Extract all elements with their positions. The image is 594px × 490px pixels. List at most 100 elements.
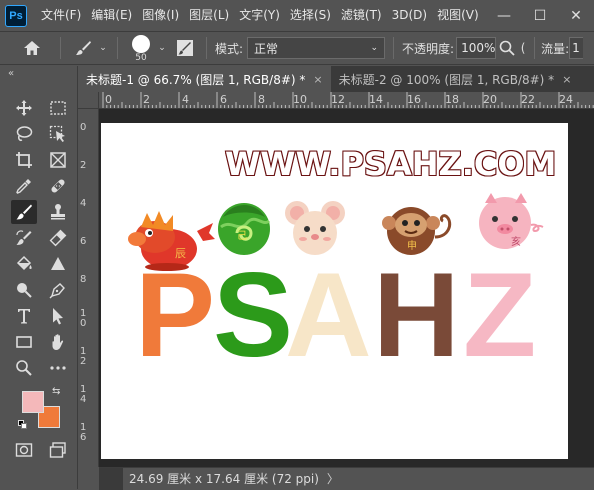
swap-colors-icon[interactable]: ⇆	[52, 386, 60, 397]
minimize-button[interactable]: —	[486, 0, 522, 31]
collapse-panel-icon[interactable]: «	[8, 68, 14, 79]
vertical-ruler[interactable]: 0 2 4 6 8 1 0 1 2 1 4 1 6	[78, 109, 99, 467]
more-tools-button[interactable]	[45, 356, 71, 380]
search-icon	[499, 40, 515, 56]
pen-icon	[49, 283, 65, 299]
close-button[interactable]: ✕	[558, 0, 594, 31]
menu-layer[interactable]: 图层(L)	[184, 0, 234, 31]
screen-mode-button[interactable]	[45, 438, 71, 462]
close-tab-icon[interactable]: ×	[562, 73, 571, 86]
type-tool[interactable]	[11, 304, 37, 328]
rectangle-marquee-icon	[50, 101, 66, 115]
photoshop-logo: Ps	[5, 4, 27, 27]
move-icon	[16, 100, 32, 116]
ruler-label: 6	[220, 93, 227, 106]
hand-icon	[52, 334, 64, 350]
opacity-label: 不透明度:	[402, 41, 455, 56]
menu-type[interactable]: 文字(Y)	[234, 0, 285, 31]
menu-bar: Ps 文件(F) 编辑(E) 图像(I) 图层(L) 文字(Y) 选择(S) 滤…	[0, 0, 594, 31]
separator	[60, 37, 61, 59]
menu-file[interactable]: 文件(F)	[36, 0, 86, 31]
brush-settings-button[interactable]	[172, 34, 198, 62]
home-button[interactable]	[12, 34, 52, 62]
ruler-label: 10	[293, 93, 307, 106]
tools-panel: « ⇆	[0, 66, 78, 489]
brush-icon	[76, 41, 91, 55]
ruler-label: 2	[80, 160, 87, 171]
eraser-icon	[49, 229, 67, 247]
menu-edit[interactable]: 编辑(E)	[86, 0, 137, 31]
pig-mascot: 亥	[479, 193, 544, 249]
paint-bucket-icon	[16, 255, 32, 271]
clone-stamp-tool[interactable]	[45, 200, 71, 224]
hand-tool[interactable]	[45, 330, 71, 354]
eyedropper-icon	[16, 179, 31, 194]
ruler-label: 4	[182, 93, 189, 106]
menu-filter[interactable]: 滤镜(T)	[336, 0, 387, 31]
horizontal-ruler[interactable]: 0 2 4 6 8 10 12 14 16 18 20 22 24	[99, 92, 594, 109]
tab-untitled-1[interactable]: 未标题-1 @ 66.7% (图层 1, RGB/8#) * ×	[78, 66, 331, 92]
object-selection-tool[interactable]	[45, 122, 71, 146]
separator	[117, 37, 118, 59]
eyedropper-tool[interactable]	[11, 174, 37, 198]
document-canvas[interactable]: WWW.PSAHZ.COM P S A H Z 辰 己 申 亥	[101, 123, 568, 459]
brush-size-value: 50	[135, 53, 147, 63]
flow-input[interactable]: 1	[569, 37, 584, 59]
ruler-label: 8	[80, 274, 87, 285]
rectangle-tool[interactable]	[11, 330, 37, 354]
path-selection-tool[interactable]	[45, 304, 71, 328]
chevron-down-icon[interactable]: ⌄	[97, 34, 109, 62]
dodge-tool[interactable]	[11, 278, 37, 302]
separator	[393, 37, 395, 59]
pen-tool[interactable]	[45, 278, 71, 302]
eraser-tool[interactable]	[45, 226, 71, 250]
default-colors-icon[interactable]	[18, 420, 28, 430]
menu-3d[interactable]: 3D(D)	[387, 0, 432, 31]
ruler-label: 6	[80, 236, 87, 247]
mode-label: 模式:	[215, 41, 244, 56]
blur-tool[interactable]	[45, 252, 71, 276]
foreground-color-swatch[interactable]	[22, 391, 44, 413]
screen-mode-icon	[49, 442, 66, 458]
brush-size-picker[interactable]: 50	[126, 33, 156, 63]
more-icon	[50, 366, 66, 370]
history-brush-tool[interactable]	[11, 226, 37, 250]
svg-text:辰: 辰	[175, 247, 186, 260]
frame-tool[interactable]	[45, 148, 71, 172]
ruler-label: 8	[258, 93, 265, 106]
bandage-icon	[51, 179, 65, 193]
chevron-down-icon[interactable]: ⌄	[156, 34, 168, 62]
status-menu-arrow-icon[interactable]: 〉	[327, 470, 339, 487]
marquee-tool[interactable]	[45, 96, 71, 120]
crop-tool[interactable]	[11, 148, 37, 172]
opacity-pressure-button[interactable]	[496, 34, 518, 62]
move-tool[interactable]	[11, 96, 37, 120]
paint-bucket-tool[interactable]	[11, 252, 37, 276]
menu-select[interactable]: 选择(S)	[285, 0, 336, 31]
close-tab-icon[interactable]: ×	[313, 73, 322, 86]
pressure-opacity-icon[interactable]: (	[518, 34, 528, 62]
zoom-level-field[interactable]	[99, 467, 123, 490]
mouse-mascot	[285, 201, 345, 255]
window-controls: — ☐ ✕	[486, 0, 594, 31]
quick-mask-button[interactable]	[11, 438, 37, 462]
frame-icon	[50, 152, 66, 168]
tab-untitled-2[interactable]: 未标题-2 @ 100% (图层 1, RGB/8#) * ×	[330, 66, 580, 92]
menu-image[interactable]: 图像(I)	[137, 0, 184, 31]
blend-mode-dropdown[interactable]: 正常 ⌄	[247, 37, 386, 59]
zoom-tool[interactable]	[11, 356, 37, 380]
ruler-label: 1 2	[80, 346, 87, 367]
brush-preset-button[interactable]	[69, 34, 97, 62]
lasso-tool[interactable]	[11, 122, 37, 146]
opacity-input[interactable]: 100%	[456, 37, 497, 59]
monkey-mascot: 申	[382, 207, 452, 255]
menu-view[interactable]: 视图(V)	[432, 0, 484, 31]
letter-char: S	[213, 248, 294, 382]
maximize-button[interactable]: ☐	[522, 0, 558, 31]
menu-list: 文件(F) 编辑(E) 图像(I) 图层(L) 文字(Y) 选择(S) 滤镜(T…	[36, 0, 484, 31]
healing-brush-tool[interactable]	[45, 174, 71, 198]
triangle-icon	[51, 257, 65, 270]
brush-tool[interactable]	[11, 200, 37, 224]
separator	[534, 37, 536, 59]
workspace[interactable]: WWW.PSAHZ.COM P S A H Z 辰 己 申 亥	[99, 109, 594, 467]
